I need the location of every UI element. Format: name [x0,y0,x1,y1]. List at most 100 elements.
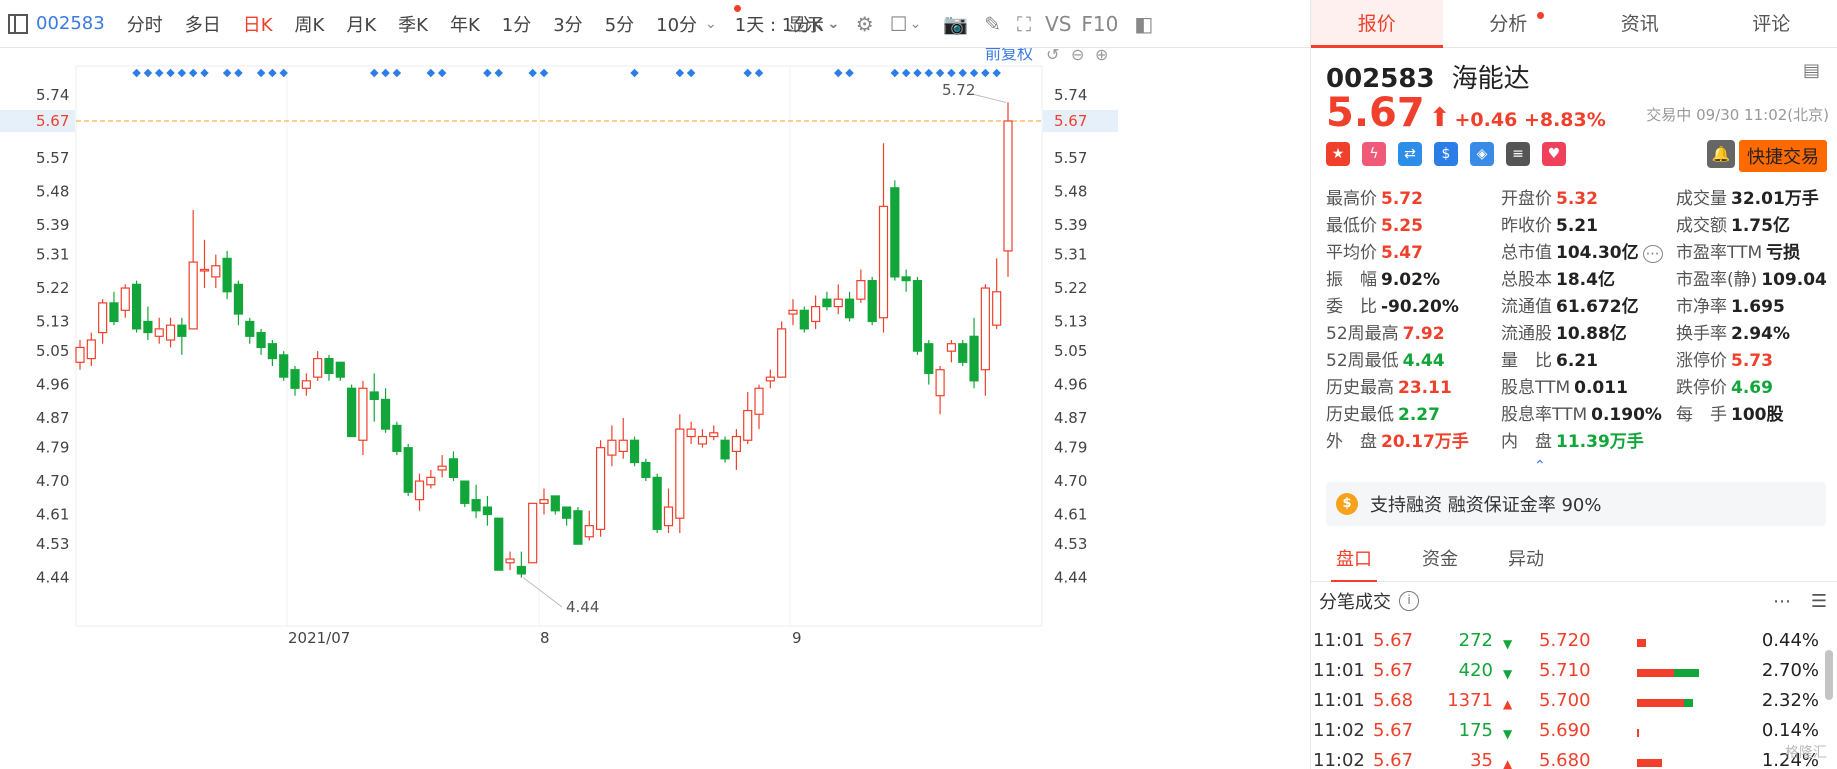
side-panel-icon[interactable]: ◧ [1134,12,1153,36]
subtab-orderbook[interactable]: 盘口 [1311,538,1397,582]
draw-pencil-icon[interactable]: ✎ [984,12,1001,36]
period-tab-daily[interactable]: 日K [243,11,273,37]
ticks-scrollbar[interactable] [1825,650,1833,700]
candle [641,458,651,482]
y-tick-label-left: 4.87 [36,409,69,427]
lightning-icon[interactable]: ϟ [1362,142,1386,166]
period-more-chevron-icon[interactable]: ⌄ [705,16,717,32]
candle [482,495,493,526]
display-chevron-icon[interactable]: ⌄ [828,16,840,32]
quote-stats: 最高价 5.72 开盘价 5.32 成交量 32.01万手 最低价 5.25 昨收价 5.21 成交… [1326,184,1827,454]
stat-cell: 成交额 1.75亿 [1676,211,1826,238]
stat-cell: 昨收价 5.21 [1501,211,1676,238]
document-icon[interactable]: ≡ [1506,142,1530,166]
settings-gear-icon[interactable]: ⚙ [856,12,874,36]
candle [380,388,391,433]
subtab-movement[interactable]: 异动 [1483,538,1569,581]
dollar-icon[interactable]: $ [1434,142,1458,166]
collapse-chevron-icon[interactable]: ⌃ [1534,458,1546,474]
period-tab-yearly[interactable]: 年K [450,11,480,37]
candle-body [777,328,787,378]
y-tick-label-left: 5.39 [36,216,69,234]
tab-analysis[interactable]: 分析 [1443,0,1575,47]
info-icon[interactable]: i [1399,591,1419,611]
kline-chart[interactable]: 5.74 5.74 5.67 5.67 5.57 5.57 5.48 5.48 5.39 5.39… [0,48,1118,658]
y-tick-label-right: 5.31 [1054,246,1087,264]
toolbar-stock-code[interactable]: 002583 [36,13,105,34]
period-tab-3min[interactable]: 3分 [553,11,582,37]
candle [856,269,866,303]
reset-zoom-icon[interactable]: ↺ [1046,48,1059,64]
tag-icon[interactable]: ◈ [1470,142,1494,166]
tick-volume: 35 [1470,750,1493,769]
event-marker-diamond [528,68,537,78]
candle [799,306,809,333]
quick-trade-button[interactable]: 快捷交易 [1739,140,1827,172]
stat-label: 52周最低 [1326,351,1399,371]
candle [992,258,1002,329]
candle [652,473,662,534]
period-tab-monthly[interactable]: 月K [346,11,376,37]
layout-square-icon[interactable]: ☐ [890,12,908,36]
stat-value: 109.04 [1761,270,1827,290]
level-volume-bar [1637,759,1662,767]
event-marker-diamond [630,68,639,78]
heart-icon[interactable]: ♥ [1542,142,1566,166]
layout-chevron-icon[interactable]: ⌄ [910,16,922,32]
stat-cell: 市净率 1.695 [1676,292,1826,319]
candle [301,373,311,396]
subtab-fund-flow[interactable]: 资金 [1397,538,1483,581]
period-tab-1min[interactable]: 1分 [502,11,531,37]
tab-comments[interactable]: 评论 [1706,0,1837,47]
level-price: 5.700 [1539,690,1591,711]
candle-body [143,320,153,334]
fullscreen-icon[interactable]: ⛶ [1017,12,1031,36]
period-tab-multiday[interactable]: 多日 [185,11,221,37]
stat-label: 总市值 [1501,243,1552,263]
candle-body [935,369,945,397]
margin-info-box[interactable]: $ 支持融资 融资保证金率 90% [1326,482,1826,526]
f10-button[interactable]: F10 [1081,12,1118,36]
stat-label: 跌停价 [1676,378,1727,398]
stat-cell: 流通值 61.672亿 [1501,292,1676,319]
shuffle-icon[interactable]: ⇄ [1398,142,1422,166]
period-tab-minute[interactable]: 分时 [127,11,163,37]
compare-vs-button[interactable]: VS [1045,12,1071,36]
stats-row: 最低价 5.25 昨收价 5.21 成交额 1.75亿 [1326,211,1826,238]
china-flag-icon[interactable]: ★ [1326,142,1350,166]
more-options-icon[interactable]: ⋯ [1773,591,1791,612]
stock-badges: ★ ϟ ⇄ $ ◈ ≡ ♥ [1326,142,1578,166]
tab-quote[interactable]: 报价 [1311,0,1443,48]
period-tab-5min[interactable]: 5分 [605,11,634,37]
zoom-in-icon[interactable]: ⊕ [1095,48,1108,64]
stat-cell: 开盘价 5.32 [1501,184,1676,211]
candle [675,414,685,534]
detail-list-icon[interactable]: ▤ [1803,60,1820,81]
candle-body [641,461,651,478]
display-menu[interactable]: 显示 [788,11,824,37]
candle-body [494,517,504,571]
alert-bell-icon[interactable]: 🔔 [1707,140,1735,168]
bar-red-segment [1637,759,1662,767]
y-tick-label-left: 5.74 [36,86,69,104]
camera-icon[interactable]: 📷 [943,12,968,36]
period-tab-10min[interactable]: 10分 [656,11,697,37]
sidebar-toggle-icon[interactable] [8,13,28,34]
candle [743,391,753,444]
market-value-more-icon[interactable]: ⋯ [1642,245,1663,263]
y-tick-label-right: 4.61 [1054,505,1087,523]
event-marker-diamond [188,68,198,78]
candle [165,317,176,348]
period-tab-weekly[interactable]: 周K [295,11,325,37]
price-adjust-button[interactable]: 前复权 [985,48,1033,63]
candle [765,369,775,389]
period-tab-quarterly[interactable]: 季K [398,11,428,37]
candle-body [686,428,696,438]
list-menu-icon[interactable]: ☰ [1811,591,1827,612]
candle-body [912,280,923,352]
tab-news[interactable]: 资讯 [1574,0,1706,47]
candle-body [120,287,130,311]
event-marker-diamond [426,68,436,78]
candle-body [324,357,334,375]
zoom-out-icon[interactable]: ⊖ [1071,48,1084,64]
